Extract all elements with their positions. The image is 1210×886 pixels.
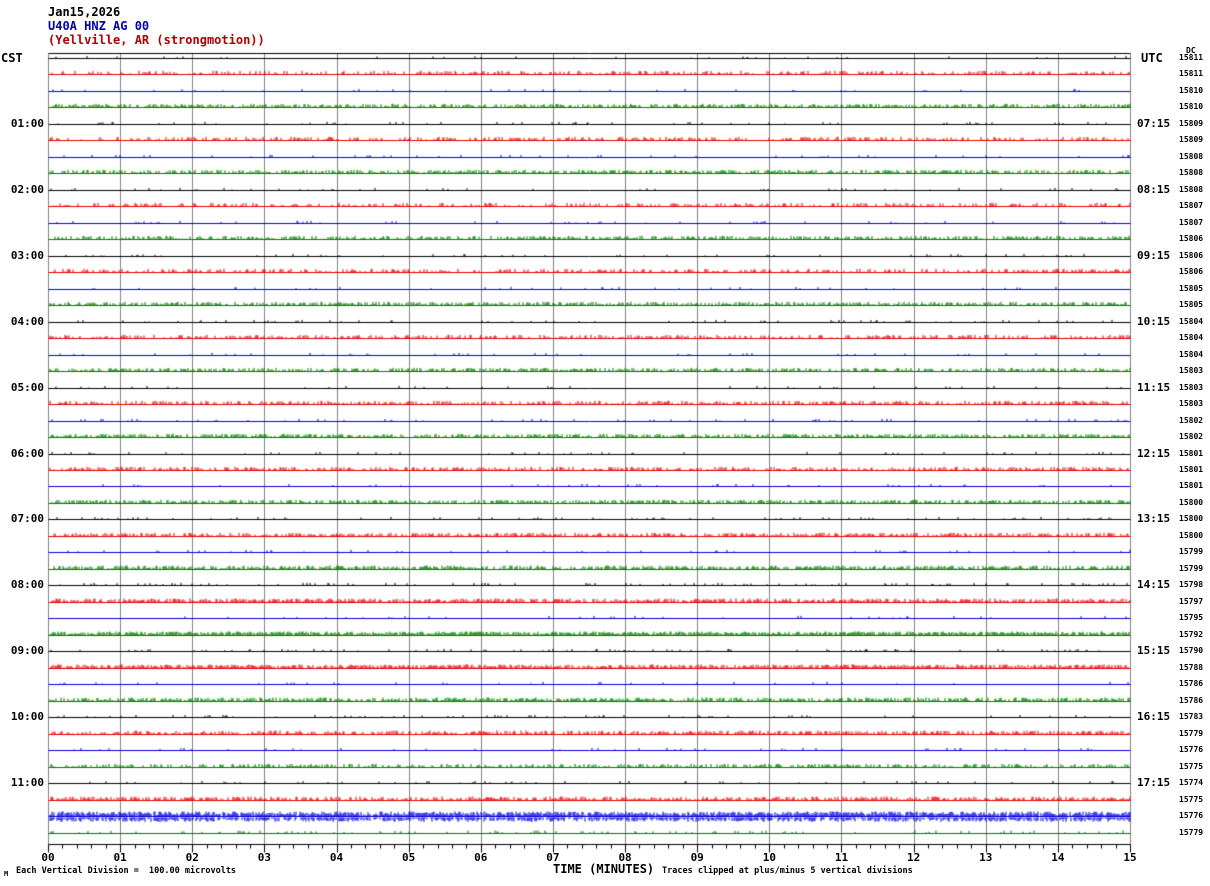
hour-label-utc: 13:15 [1137,512,1171,525]
hour-label-cst: 06:00 [10,447,44,460]
dc-value: 15792 [1179,630,1204,639]
timezone-right-label: UTC [1141,51,1163,65]
dc-value: 15808 [1179,152,1204,161]
minute-label: 15 [1123,851,1137,864]
hour-label-utc: 10:15 [1137,315,1171,328]
hour-label-utc: 12:15 [1137,447,1171,460]
helicorder-screen: Jan15,2026 U40A HNZ AG 00 (Yellville, AR… [0,0,1210,886]
dc-value: 15802 [1179,416,1204,425]
dc-value: 15805 [1179,300,1204,309]
hour-label-utc: 15:15 [1137,644,1171,657]
dc-value: 15786 [1179,696,1204,705]
dc-value: 15799 [1179,564,1204,573]
dc-value: 15811 [1179,53,1204,62]
dc-value: 15811 [1179,69,1204,78]
clip-note: Traces clipped at plus/minus 5 vertical … [662,866,913,876]
dc-value: 15803 [1179,366,1204,375]
hour-label-cst: 03:00 [10,249,44,262]
dc-value: 15802 [1179,432,1204,441]
dc-value: 15806 [1179,267,1204,276]
minute-label: 05 [402,851,416,864]
minute-label: 12 [906,851,921,864]
dc-value: 15804 [1179,333,1204,342]
dc-value: 15800 [1179,531,1204,540]
hour-label-cst: 01:00 [10,117,44,130]
hour-label-utc: 08:15 [1137,183,1171,196]
minute-label: 11 [834,851,849,864]
dc-value: 15779 [1179,828,1204,837]
minute-label: 09 [690,851,704,864]
hour-label-cst: 07:00 [10,512,44,525]
hour-label-cst: 04:00 [10,315,44,328]
dc-value: 15790 [1179,646,1204,655]
dc-value: 15776 [1179,811,1204,820]
dc-value: 15779 [1179,729,1204,738]
minute-label: 02 [185,851,199,864]
timezone-left-label: CST [1,51,23,65]
dc-value: 15807 [1179,218,1204,227]
hour-label-cst: 11:00 [10,776,44,789]
dc-value: 15774 [1179,778,1204,787]
dc-value: 15806 [1179,234,1204,243]
dc-value: 15797 [1179,597,1204,606]
minute-label: 13 [979,851,993,864]
hour-label-utc: 17:15 [1137,776,1171,789]
hour-label-cst: 09:00 [10,644,44,657]
hour-label-utc: 09:15 [1137,249,1171,262]
hour-label-utc: 07:15 [1137,117,1171,130]
dc-value: 15803 [1179,399,1204,408]
corner-mark: M [4,870,9,878]
dc-value: 15800 [1179,498,1204,507]
dc-value: 15801 [1179,465,1204,474]
minute-label: 06 [474,851,488,864]
dc-value: 15809 [1179,135,1204,144]
dc-value: 15783 [1179,712,1204,721]
hour-label-utc: 14:15 [1137,578,1171,591]
dc-value: 15806 [1179,251,1204,260]
time-axis-label: TIME (MINUTES) [553,862,655,876]
dc-value: 15799 [1179,547,1204,556]
dc-value: 15810 [1179,102,1204,111]
dc-value: 15786 [1179,679,1204,688]
dc-value: 15803 [1179,383,1204,392]
helicorder-plot-canvas [0,0,1210,886]
dc-value: 15808 [1179,185,1204,194]
minute-label: 04 [329,851,344,864]
minute-label: 03 [257,851,272,864]
hour-label-cst: 08:00 [10,578,44,591]
minute-label: 14 [1051,851,1065,864]
dc-value: 15804 [1179,317,1204,326]
dc-value: 15776 [1179,745,1204,754]
hour-label-utc: 11:15 [1137,381,1171,394]
hour-label-cst: 10:00 [10,710,44,723]
dc-value: 15810 [1179,86,1204,95]
header-location: (Yellville, AR (strongmotion)) [48,33,265,47]
dc-value: 15801 [1179,449,1204,458]
dc-value: 15788 [1179,663,1204,672]
dc-value: 15801 [1179,481,1204,490]
dc-value: 15800 [1179,514,1204,523]
hour-label-cst: 05:00 [10,381,44,394]
dc-value: 15807 [1179,201,1204,210]
dc-value: 15795 [1179,613,1204,622]
dc-value: 15809 [1179,119,1204,128]
dc-value: 15808 [1179,168,1204,177]
minute-label: 10 [762,851,776,864]
hour-label-utc: 16:15 [1137,710,1171,723]
dc-value: 15775 [1179,795,1204,804]
header-station: U40A HNZ AG 00 [48,19,150,33]
header-date: Jan15,2026 [48,5,121,19]
hour-label-cst: 02:00 [10,183,44,196]
minute-label: 00 [41,851,55,864]
dc-value: 15775 [1179,762,1204,771]
dc-value: 15805 [1179,284,1204,293]
dc-value: 15798 [1179,580,1204,589]
scale-note: Each Vertical Division = 100.00 microvol… [16,866,237,876]
dc-value: 15804 [1179,350,1204,359]
minute-label: 01 [113,851,127,864]
